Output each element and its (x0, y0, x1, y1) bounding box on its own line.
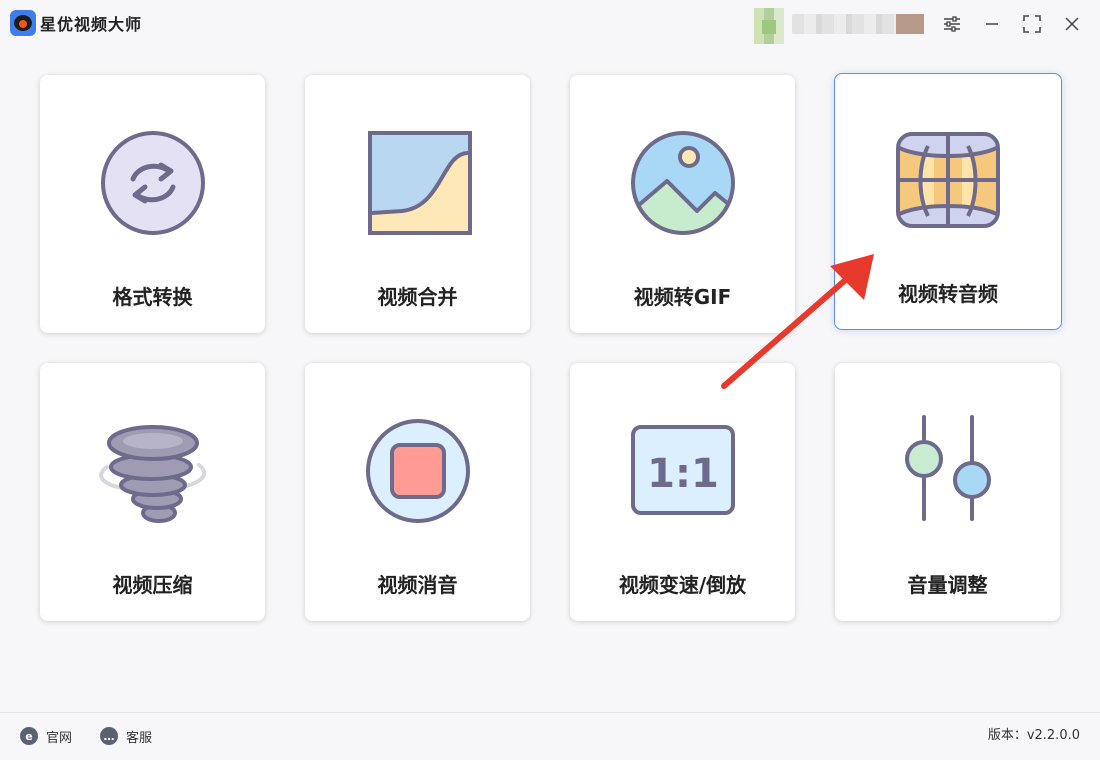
chat-bubble-icon: … (100, 727, 118, 745)
tool-card-format-convert[interactable]: 格式转换 (40, 75, 265, 333)
tool-label: 视频消音 (377, 573, 458, 597)
minimize-icon (986, 23, 998, 25)
tool-label: 视频转GIF (633, 285, 732, 309)
version-text: 版本：v2.2.0.0 (987, 728, 1080, 743)
tool-card-video-to-audio[interactable]: 视频转音频 (834, 73, 1062, 330)
maximize-button[interactable] (1020, 12, 1044, 36)
close-icon (1065, 17, 1079, 31)
title-bar: 星优视频大师 (0, 0, 1100, 48)
user-avatar[interactable] (754, 8, 784, 44)
image-landscape-icon (627, 127, 739, 239)
footer-divider (0, 712, 1100, 713)
tool-card-volume-adjust[interactable]: 音量调整 (835, 363, 1060, 621)
minimize-button[interactable] (980, 12, 1004, 36)
customer-service-label: 客服 (126, 730, 153, 746)
official-site-link[interactable]: e 官网 (20, 726, 72, 746)
app-logo-icon (10, 10, 36, 36)
customer-service-link[interactable]: … 客服 (100, 726, 152, 746)
mute-stop-icon (362, 415, 474, 527)
app-title: 星优视频大师 (40, 15, 143, 34)
tool-label: 格式转换 (112, 285, 193, 309)
close-button[interactable] (1060, 12, 1084, 36)
tool-card-video-speed-reverse[interactable]: 1:1 视频变速/倒放 (570, 363, 795, 621)
tool-card-video-to-gif[interactable]: 视频转GIF (570, 75, 795, 333)
audio-globe-icon (892, 126, 1004, 238)
tool-label: 视频压缩 (112, 573, 193, 597)
volume-sliders-icon (892, 415, 1004, 527)
ratio-1-1-icon: 1:1 (627, 415, 739, 527)
tool-card-video-merge[interactable]: 视频合并 (305, 75, 530, 333)
user-name-blurred[interactable] (792, 14, 924, 34)
convert-arrows-icon (97, 127, 209, 239)
sliders-icon (944, 16, 960, 32)
merge-curve-icon (362, 127, 474, 239)
tool-label: 视频合并 (377, 285, 458, 309)
tool-card-video-compress[interactable]: 视频压缩 (40, 363, 265, 621)
official-site-label: 官网 (46, 730, 73, 746)
ratio-text: 1:1 (647, 451, 719, 497)
tool-label: 视频转音频 (898, 282, 998, 306)
maximize-icon (1023, 15, 1041, 33)
tool-label: 视频变速/倒放 (618, 573, 747, 597)
tornado-compress-icon (97, 415, 209, 527)
tool-label: 音量调整 (907, 573, 988, 597)
globe-e-icon: e (20, 727, 38, 745)
settings-button[interactable] (940, 12, 964, 36)
tool-card-video-mute[interactable]: 视频消音 (305, 363, 530, 621)
